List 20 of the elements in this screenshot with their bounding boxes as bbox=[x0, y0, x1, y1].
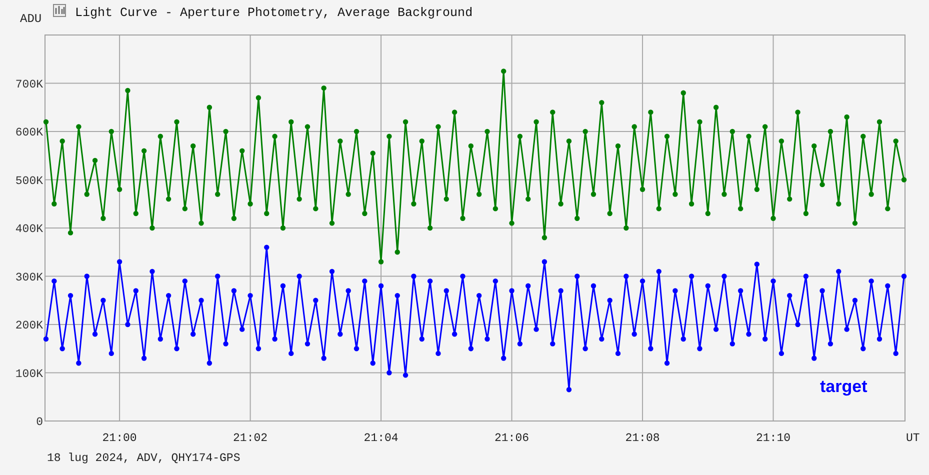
y-tick-label: 700K bbox=[15, 78, 43, 92]
x-tick-label: 21:04 bbox=[364, 432, 398, 445]
chart-title: Light Curve - Aperture Photometry, Average Background bbox=[75, 6, 473, 20]
chart-icon bbox=[53, 4, 66, 17]
x-tick-label: 21:08 bbox=[625, 432, 660, 445]
y-tick-label: 400K bbox=[15, 223, 43, 236]
x-tick-label: 21:00 bbox=[102, 432, 137, 445]
x-tick-label: 21:10 bbox=[756, 432, 791, 445]
y-tick-label: 100K bbox=[15, 368, 43, 381]
y-tick-label: 200K bbox=[15, 320, 43, 332]
x-tick-label: 21:06 bbox=[494, 432, 530, 445]
y-axis-label: ADU bbox=[20, 12, 42, 26]
y-tick-label: 600K bbox=[15, 126, 43, 140]
footer-text: 18 lug 2024, ADV, QHY174-GPS bbox=[47, 452, 240, 465]
y-tick-label: 500K bbox=[15, 174, 43, 188]
x-axis-label: UT bbox=[906, 432, 920, 445]
x-tick-label: 21:02 bbox=[233, 432, 268, 445]
y-tick-label: 300K bbox=[15, 271, 43, 284]
legend-label: target bbox=[820, 377, 868, 396]
y-tick-label: 0 bbox=[36, 416, 43, 429]
